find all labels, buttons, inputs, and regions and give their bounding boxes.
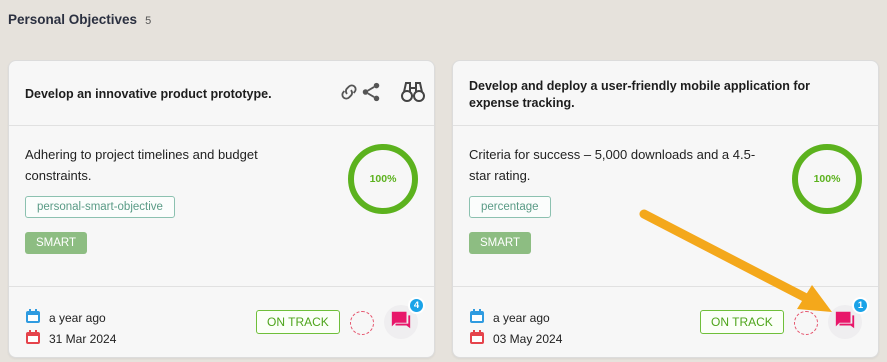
- comment-icon: [390, 309, 412, 336]
- due-label: 03 May 2024: [493, 331, 563, 346]
- comment-icon: [834, 309, 856, 336]
- created-label: a year ago: [49, 310, 106, 325]
- card-body: Criteria for success – 5,000 downloads a…: [453, 126, 878, 286]
- add-owner-button[interactable]: [350, 311, 374, 335]
- card-footer: a year ago 03 May 2024 ON TRACK 1: [453, 286, 878, 357]
- calendar-icon: [469, 308, 485, 327]
- calendar-icon: [469, 329, 485, 348]
- calendar-icon: [25, 308, 41, 327]
- progress-label: 100%: [369, 173, 397, 185]
- due-date: 31 Mar 2024: [25, 329, 116, 348]
- created-date: a year ago: [25, 308, 106, 327]
- section-header: Personal Objectives 5: [8, 12, 151, 27]
- status-badge[interactable]: ON TRACK: [256, 310, 340, 334]
- comment-count-badge: 4: [408, 297, 425, 314]
- card-body: Adhering to project timelines and budget…: [9, 126, 434, 286]
- progress-ring: 100%: [346, 142, 420, 216]
- progress-ring: 100%: [790, 142, 864, 216]
- calendar-icon: [25, 329, 41, 348]
- link-icon[interactable]: [338, 81, 360, 108]
- card-title[interactable]: Develop an innovative product prototype.: [25, 86, 324, 103]
- section-count: 5: [145, 15, 152, 27]
- card-description: Criteria for success – 5,000 downloads a…: [469, 147, 756, 183]
- section-title: Personal Objectives: [8, 12, 138, 27]
- card-footer: a year ago 31 Mar 2024 ON TRACK 4: [9, 286, 434, 357]
- objective-card[interactable]: Develop an innovative product prototype.: [8, 60, 435, 358]
- add-owner-button[interactable]: [794, 311, 818, 335]
- binoculars-icon[interactable]: [400, 79, 426, 110]
- objective-tag[interactable]: personal-smart-objective: [25, 196, 175, 218]
- card-title[interactable]: Develop and deploy a user-friendly mobil…: [469, 78, 858, 112]
- card-description: Adhering to project timelines and budget…: [25, 147, 258, 183]
- created-date: a year ago: [469, 308, 550, 327]
- card-header: Develop an innovative product prototype.: [9, 61, 434, 126]
- objective-tag[interactable]: percentage: [469, 196, 551, 218]
- card-header: Develop and deploy a user-friendly mobil…: [453, 61, 878, 126]
- smart-badge: SMART: [25, 232, 88, 254]
- due-label: 31 Mar 2024: [49, 331, 117, 346]
- progress-label: 100%: [813, 173, 841, 185]
- objective-card[interactable]: Develop and deploy a user-friendly mobil…: [452, 60, 879, 358]
- created-label: a year ago: [493, 310, 550, 325]
- comment-count-badge: 1: [852, 297, 869, 314]
- card-actions: [338, 79, 426, 110]
- share-icon[interactable]: [360, 81, 382, 108]
- status-badge[interactable]: ON TRACK: [700, 310, 784, 334]
- due-date: 03 May 2024: [469, 329, 562, 348]
- smart-badge: SMART: [469, 232, 532, 254]
